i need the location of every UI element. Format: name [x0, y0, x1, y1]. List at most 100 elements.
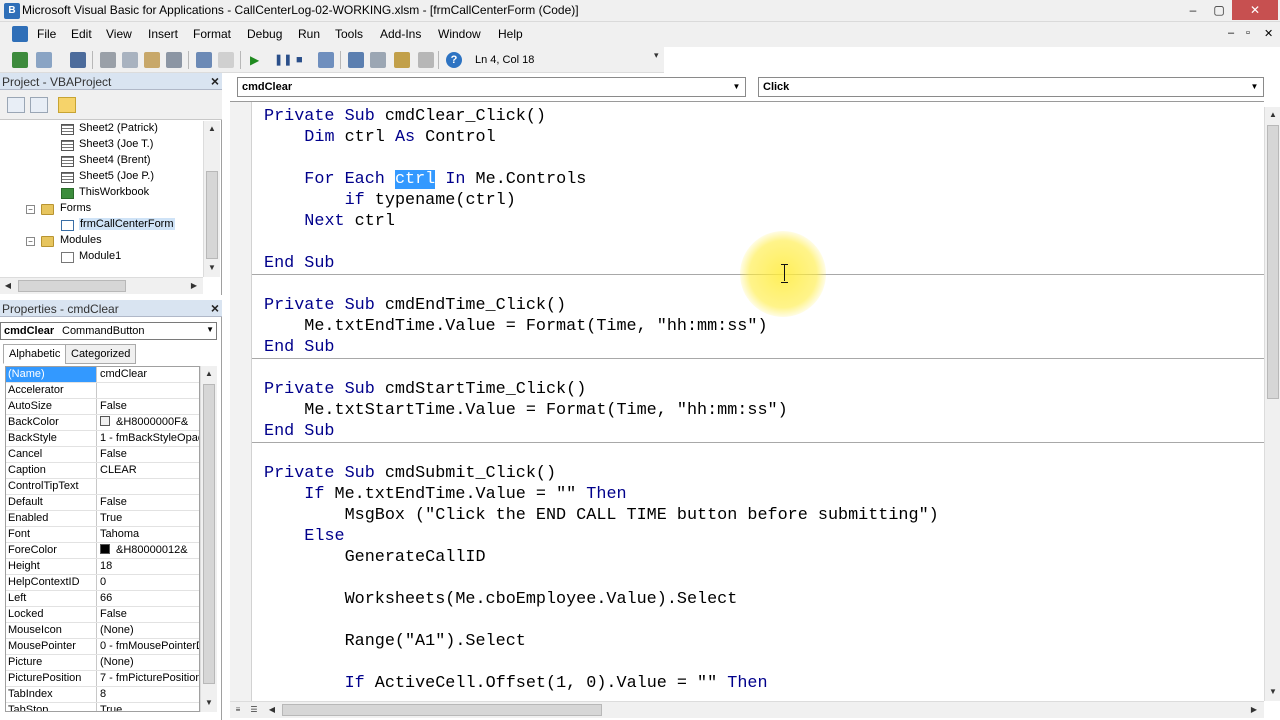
- property-row-name[interactable]: (Name) cmdClear: [6, 367, 199, 383]
- code-line[interactable]: Private Sub cmdEndTime_Click(): [264, 295, 566, 316]
- object-combo[interactable]: cmdClear ▼: [237, 77, 746, 97]
- chevron-down-icon[interactable]: ▼: [1247, 79, 1262, 95]
- design-mode-icon[interactable]: [318, 52, 334, 68]
- code-line[interactable]: Me.txtStartTime.Value = Format(Time, "hh…: [264, 400, 787, 421]
- properties-vertical-scrollbar[interactable]: ▲ ▼: [200, 366, 217, 712]
- tree-item-module1[interactable]: Module1: [79, 250, 121, 262]
- tab-categorized[interactable]: Categorized: [65, 344, 137, 364]
- chevron-down-icon[interactable]: ▼: [206, 325, 214, 334]
- scroll-up-icon[interactable]: ▲: [204, 121, 220, 137]
- tree-item-thisworkbook[interactable]: ThisWorkbook: [79, 186, 149, 198]
- scroll-thumb[interactable]: [18, 280, 126, 292]
- run-icon[interactable]: ▶: [250, 52, 266, 68]
- code-line[interactable]: Dim ctrl As Control: [264, 127, 495, 148]
- property-value[interactable]: False: [98, 495, 199, 510]
- property-value[interactable]: 8: [98, 687, 199, 702]
- property-value[interactable]: False: [98, 607, 199, 622]
- undo-icon[interactable]: [196, 52, 212, 68]
- menu-run[interactable]: Run: [298, 27, 320, 41]
- tree-item-sheet5[interactable]: Sheet5 (Joe P.): [79, 170, 154, 182]
- code-line[interactable]: Else: [264, 526, 344, 547]
- close-window-button[interactable]: ✕: [1232, 0, 1278, 20]
- redo-icon[interactable]: [218, 52, 234, 68]
- tree-item-sheet2[interactable]: Sheet2 (Patrick): [79, 122, 158, 134]
- code-line[interactable]: End Sub: [264, 421, 335, 442]
- save-icon[interactable]: [70, 52, 86, 68]
- doc-minimize-button[interactable]: –: [1228, 27, 1234, 39]
- property-value[interactable]: CLEAR: [98, 463, 199, 478]
- property-value[interactable]: 0: [98, 575, 199, 590]
- property-value[interactable]: False: [98, 399, 199, 414]
- property-value[interactable]: &H80000012&: [98, 543, 199, 558]
- code-vertical-scrollbar[interactable]: ▲ ▼: [1264, 107, 1280, 701]
- paste-icon[interactable]: [144, 52, 160, 68]
- property-row[interactable]: Locked False: [6, 607, 199, 623]
- property-value[interactable]: &H8000000F&: [98, 415, 199, 430]
- menu-add-ins[interactable]: Add-Ins: [380, 27, 421, 41]
- vba-app-icon[interactable]: B: [4, 3, 20, 19]
- property-value[interactable]: False: [98, 447, 199, 462]
- code-line[interactable]: GenerateCallID: [264, 547, 486, 568]
- view-excel-icon[interactable]: [12, 52, 28, 68]
- code-horizontal-scrollbar[interactable]: ≡ ☰ ◀ ▶: [230, 701, 1264, 718]
- project-horizontal-scrollbar[interactable]: ◀ ▶: [0, 277, 203, 294]
- code-line[interactable]: if typename(ctrl): [264, 190, 516, 211]
- property-row[interactable]: MouseIcon (None): [6, 623, 199, 639]
- toggle-folders-icon[interactable]: [58, 97, 76, 113]
- selected-text[interactable]: ctrl: [394, 170, 436, 189]
- view-code-icon[interactable]: [7, 97, 25, 113]
- reset-icon[interactable]: ■: [296, 52, 312, 68]
- property-value[interactable]: (None): [98, 655, 199, 670]
- collapse-icon[interactable]: −: [26, 237, 35, 246]
- scroll-thumb[interactable]: [1267, 125, 1279, 399]
- doc-close-button[interactable]: ✕: [1264, 27, 1273, 40]
- tab-alphabetic[interactable]: Alphabetic: [3, 344, 67, 364]
- excel-view-icon[interactable]: [12, 26, 28, 42]
- code-line[interactable]: Private Sub cmdStartTime_Click(): [264, 379, 586, 400]
- tree-item-sheet4[interactable]: Sheet4 (Brent): [79, 154, 151, 166]
- copy-icon[interactable]: [122, 52, 138, 68]
- project-explorer-icon[interactable]: [348, 52, 364, 68]
- object-selector[interactable]: cmdClear CommandButton ▼: [0, 322, 217, 340]
- property-row[interactable]: TabStop True: [6, 703, 199, 711]
- cut-icon[interactable]: [100, 52, 116, 68]
- code-line[interactable]: Worksheets(Me.cboEmployee.Value).Select: [264, 589, 738, 610]
- property-row[interactable]: MousePointer0 - fmMousePointerDefault: [6, 639, 199, 655]
- property-value[interactable]: [98, 383, 199, 398]
- code-line[interactable]: End Sub: [264, 337, 335, 358]
- help-icon[interactable]: ?: [446, 52, 462, 68]
- code-line[interactable]: End Sub: [264, 253, 335, 274]
- insert-userform-icon[interactable]: [36, 52, 52, 68]
- menu-edit[interactable]: Edit: [71, 27, 92, 41]
- scroll-up-icon[interactable]: ▲: [1265, 107, 1280, 123]
- project-vertical-scrollbar[interactable]: ▲ ▼: [203, 121, 220, 277]
- code-line[interactable]: Me.txtEndTime.Value = Format(Time, "hh:m…: [264, 316, 767, 337]
- code-line[interactable]: If Me.txtEndTime.Value = "" Then: [264, 484, 626, 505]
- menu-window[interactable]: Window: [438, 27, 481, 41]
- property-row[interactable]: BackStyle1 - fmBackStyleOpaque: [6, 431, 199, 447]
- scroll-right-icon[interactable]: ▶: [186, 278, 202, 294]
- code-line[interactable]: If ActiveCell.Offset(1, 0).Value = "" Th…: [264, 673, 768, 694]
- scroll-left-icon[interactable]: ◀: [0, 278, 16, 294]
- menu-view[interactable]: View: [106, 27, 132, 41]
- property-row[interactable]: HelpContextID 0: [6, 575, 199, 591]
- property-row[interactable]: Default False: [6, 495, 199, 511]
- close-icon[interactable]: ×: [211, 73, 219, 89]
- procedure-view-icon[interactable]: ≡: [230, 702, 246, 718]
- property-row[interactable]: ForeColor &H80000012&: [6, 543, 199, 559]
- property-row[interactable]: Enabled True: [6, 511, 199, 527]
- scroll-thumb[interactable]: [206, 171, 218, 259]
- toolbox-icon[interactable]: [418, 52, 434, 68]
- code-line[interactable]: MsgBox ("Click the END CALL TIME button …: [264, 505, 939, 526]
- property-row[interactable]: Left 66: [6, 591, 199, 607]
- scroll-up-icon[interactable]: ▲: [201, 366, 217, 382]
- tree-item-modules[interactable]: Modules: [60, 234, 102, 246]
- property-row[interactable]: Font Tahoma: [6, 527, 199, 543]
- close-icon[interactable]: ×: [211, 300, 219, 316]
- code-margin[interactable]: [230, 102, 252, 701]
- property-row[interactable]: PicturePosition7 - fmPicturePositionAbov…: [6, 671, 199, 687]
- code-line[interactable]: For Each ctrl In Me.Controls: [264, 169, 586, 190]
- property-value[interactable]: 18: [98, 559, 199, 574]
- tree-item-sheet3[interactable]: Sheet3 (Joe T.): [79, 138, 153, 150]
- menu-insert[interactable]: Insert: [148, 27, 178, 41]
